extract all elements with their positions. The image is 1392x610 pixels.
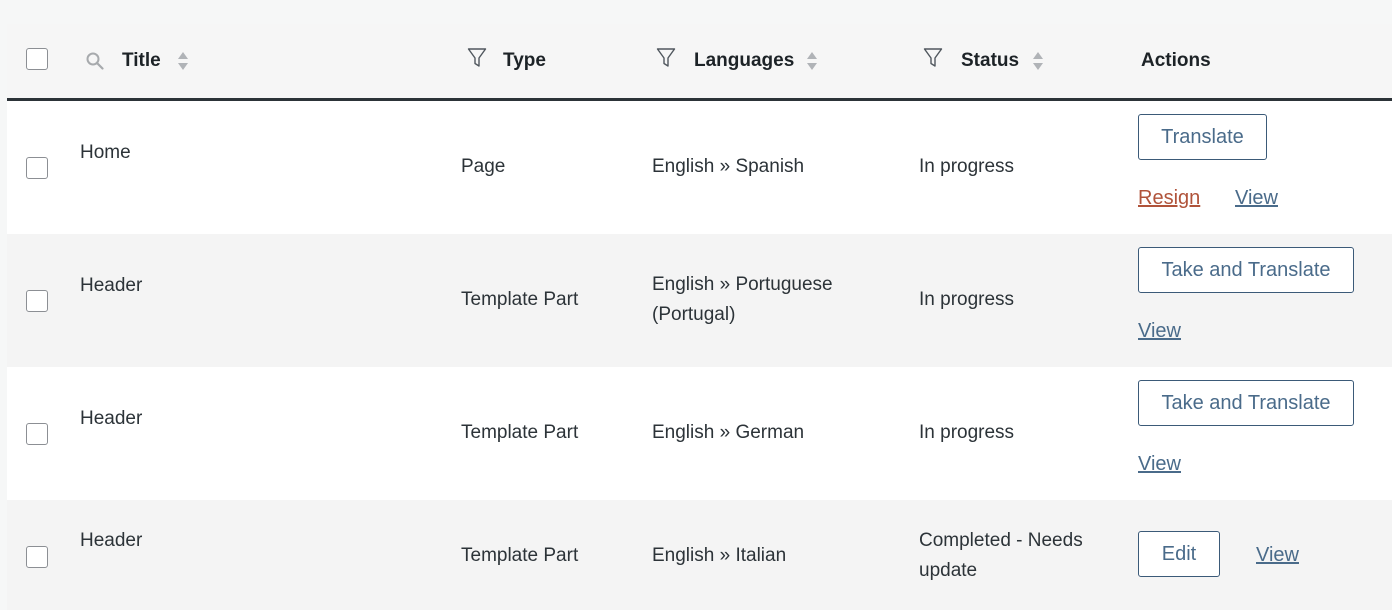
take-and-translate-button[interactable]: Take and Translate <box>1138 380 1354 426</box>
filter-status-icon[interactable] <box>923 47 943 69</box>
row-languages: English » Portuguese <box>652 274 833 295</box>
row-type: Page <box>461 156 506 177</box>
row-status-continued: update <box>919 560 978 581</box>
filter-type-icon[interactable] <box>467 47 487 69</box>
table-row: Home Page English » Spanish In progress … <box>7 101 1392 235</box>
row-status: In progress <box>919 422 1015 443</box>
sort-status-icon[interactable] <box>1032 51 1044 71</box>
view-link[interactable]: View <box>1138 317 1181 345</box>
row-status: In progress <box>919 156 1015 177</box>
translation-jobs-table: Title Type Languages Status Actions Home… <box>7 24 1392 610</box>
column-languages-header[interactable]: Languages <box>694 46 794 76</box>
row-languages: English » Italian <box>652 545 787 566</box>
row-title: Header <box>80 530 143 551</box>
row-title: Header <box>80 408 143 429</box>
row-checkbox[interactable] <box>26 157 48 179</box>
view-link[interactable]: View <box>1256 541 1299 569</box>
table-row: Header Template Part English » German In… <box>7 367 1392 501</box>
edit-button[interactable]: Edit <box>1138 531 1220 577</box>
select-all-checkbox[interactable] <box>26 48 48 70</box>
column-title-header[interactable]: Title <box>122 46 161 76</box>
row-checkbox[interactable] <box>26 290 48 312</box>
search-icon[interactable] <box>86 52 104 70</box>
table-row: Header Template Part English » Italian C… <box>7 500 1392 610</box>
row-checkbox[interactable] <box>26 546 48 568</box>
row-checkbox[interactable] <box>26 423 48 445</box>
row-type: Template Part <box>461 545 579 566</box>
view-link[interactable]: View <box>1138 450 1181 478</box>
take-and-translate-button[interactable]: Take and Translate <box>1138 247 1354 293</box>
row-languages-continued: (Portugal) <box>652 304 736 325</box>
column-type-header: Type <box>503 50 546 71</box>
sort-languages-icon[interactable] <box>806 51 818 71</box>
row-type: Template Part <box>461 422 579 443</box>
view-link[interactable]: View <box>1235 184 1278 212</box>
resign-link[interactable]: Resign <box>1138 184 1200 212</box>
row-type: Template Part <box>461 289 579 310</box>
column-status-header[interactable]: Status <box>961 46 1019 76</box>
table-row: Header Template Part English » Portugues… <box>7 234 1392 368</box>
sort-title-icon[interactable] <box>177 51 189 71</box>
row-languages: English » Spanish <box>652 156 805 177</box>
row-title: Header <box>80 275 143 296</box>
table-header: Title Type Languages Status Actions <box>7 24 1392 101</box>
row-status: In progress <box>919 289 1015 310</box>
translate-button[interactable]: Translate <box>1138 114 1267 160</box>
row-languages: English » German <box>652 422 805 443</box>
row-title: Home <box>80 142 131 163</box>
column-actions-header: Actions <box>1141 50 1211 71</box>
filter-languages-icon[interactable] <box>656 47 676 69</box>
row-status: Completed - Needs <box>919 530 1083 551</box>
